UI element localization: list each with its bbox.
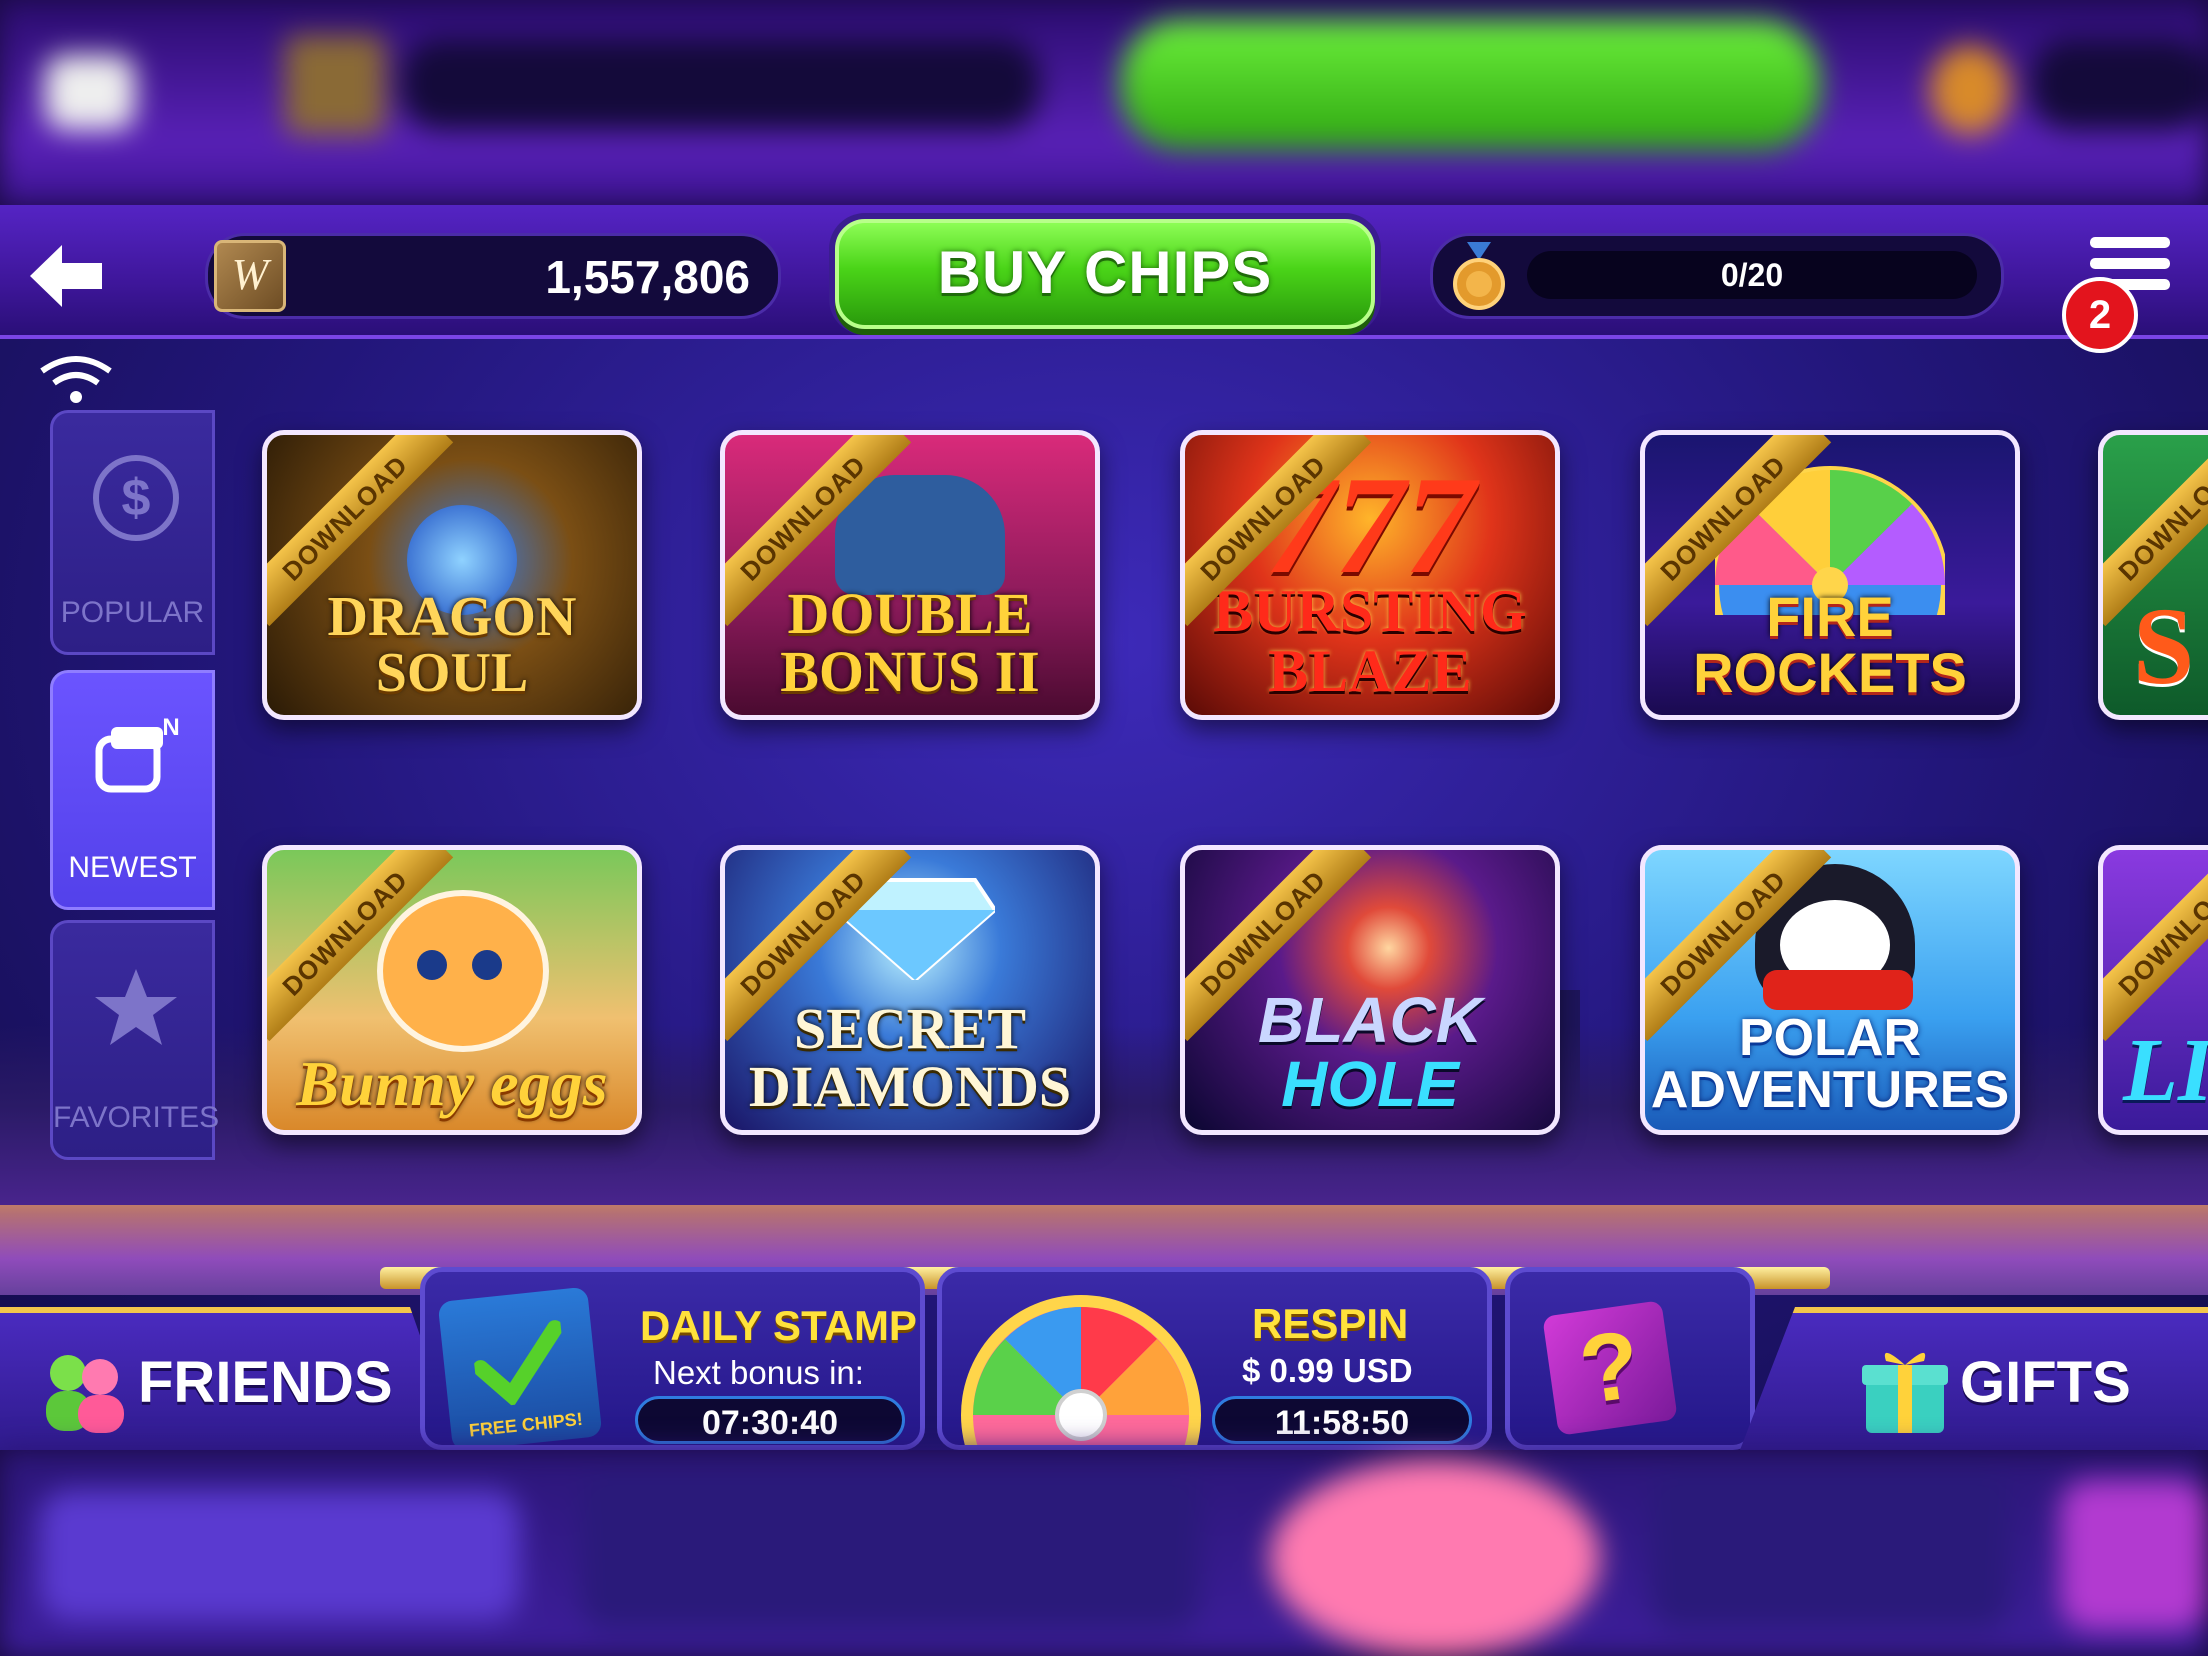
category-nav: $ POPULAR N NEWEST FAVORITES	[50, 410, 220, 1160]
game-tile-polar-adventures[interactable]: POLAR ADVENTURES DOWNLOAD	[1640, 845, 2020, 1135]
chips-balance-value: 1,557,806	[545, 251, 750, 303]
gifts-button[interactable]: GIFTS	[1740, 1307, 2208, 1450]
game-title: FIRE ROCKETS	[1693, 585, 1967, 704]
nav-favorites-label: FAVORITES	[53, 1101, 220, 1134]
game-tile-fire-rockets[interactable]: FIRE ROCKETS DOWNLOAD	[1640, 430, 2020, 720]
game-tile-bunny-eggs[interactable]: Bunny eggs DOWNLOAD	[262, 845, 642, 1135]
respin-timer: 11:58:50	[1212, 1396, 1472, 1444]
game-title: LI	[2123, 1021, 2208, 1120]
game-tile-double-bonus-ii[interactable]: DOUBLE BONUS II DOWNLOAD	[720, 430, 1100, 720]
game-title-line2: HOLE	[1281, 1048, 1459, 1120]
level-progress: 0/20	[1430, 233, 2004, 319]
game-tile-bursting-blaze[interactable]: 777 BURSTING BLAZE DOWNLOAD	[1180, 430, 1560, 720]
game-tile-partial-2[interactable]: LI DOWNLOAD	[2098, 845, 2208, 1135]
game-title-line2: ADVENTURES	[1650, 1061, 2010, 1119]
gift-icon	[1862, 1352, 1948, 1433]
level-progress-text: 0/20	[1720, 257, 1784, 293]
respin-wheel-icon	[961, 1295, 1201, 1445]
new-window-icon: N	[95, 714, 180, 793]
svg-text:N: N	[162, 714, 179, 741]
notification-badge: 2	[2062, 277, 2138, 353]
friends-button[interactable]: FRIENDS	[0, 1307, 460, 1450]
buy-chips-button[interactable]: BUY CHIPS	[835, 219, 1375, 329]
chips-logo-icon: W	[214, 240, 286, 312]
game-tile-secret-diamonds[interactable]: SECRET DIAMONDS DOWNLOAD	[720, 845, 1100, 1135]
game-title: S	[2133, 585, 2195, 707]
lobby-screen: W 1,557,806 BUY CHIPS 0/20 2 $ POPULAR N…	[0, 205, 2208, 1450]
back-arrow-icon[interactable]	[26, 241, 106, 311]
top-bar: W 1,557,806 BUY CHIPS 0/20 2	[0, 205, 2208, 353]
game-title: SECRET	[793, 996, 1027, 1061]
game-tile-dragon-soul[interactable]: DRAGON SOUL DOWNLOAD	[262, 430, 642, 720]
daily-stamp-title: DAILY STAMP	[640, 1302, 917, 1349]
game-title-line2: DIAMONDS	[748, 1054, 1072, 1119]
checkmark-icon	[472, 1320, 563, 1408]
game-title: DRAGON	[327, 586, 577, 648]
daily-stamp-panel[interactable]: FREE CHIPS! DAILY STAMP Next bonus in: 0…	[420, 1267, 925, 1450]
daily-stamp-timer: 07:30:40	[635, 1396, 905, 1444]
respin-panel[interactable]: RESPIN $ 0.99 USD 11:58:50	[937, 1267, 1492, 1450]
nav-popular[interactable]: $ POPULAR	[50, 410, 215, 655]
gifts-label: GIFTS	[1960, 1350, 2131, 1415]
medal-icon	[1453, 242, 1505, 310]
bottom-bar: FRIENDS FREE CHIPS! DAILY STAMP Next bon…	[0, 1267, 2208, 1450]
respin-price: $ 0.99 USD	[1242, 1352, 1413, 1389]
game-title: DOUBLE	[787, 581, 1033, 646]
game-title-line2: BONUS II	[780, 639, 1040, 704]
game-title-line2: SOUL	[375, 642, 529, 704]
level-progress-bar: 0/20	[1527, 251, 1977, 299]
game-tile-partial-1[interactable]: S DOWNLOAD	[2098, 430, 2208, 720]
nav-favorites[interactable]: FAVORITES	[50, 920, 220, 1160]
friends-icon	[46, 1355, 124, 1433]
game-tile-black-hole[interactable]: BLACK HOLE DOWNLOAD	[1180, 845, 1560, 1135]
star-icon	[95, 969, 177, 1045]
game-title: BURSTING	[1213, 578, 1527, 644]
game-title-line2: BLAZE	[1268, 638, 1472, 704]
stamp-card-text: FREE CHIPS!	[468, 1408, 584, 1441]
stamp-card: FREE CHIPS!	[437, 1286, 603, 1445]
friends-label: FRIENDS	[138, 1350, 393, 1415]
respin-title: RESPIN	[1252, 1300, 1409, 1347]
dollar-icon: $	[93, 455, 179, 541]
download-ribbon: DOWNLOAD	[2103, 850, 2208, 1042]
chips-balance: W 1,557,806	[205, 233, 781, 319]
nav-newest-label: NEWEST	[68, 851, 197, 884]
nav-newest[interactable]: N NEWEST	[50, 670, 215, 910]
game-title: Bunny eggs	[296, 1048, 608, 1119]
mystery-box-panel[interactable]: ?	[1505, 1267, 1755, 1450]
nav-popular-label: POPULAR	[60, 596, 205, 629]
wifi-icon	[40, 356, 112, 403]
svg-text:$: $	[122, 469, 151, 527]
game-title: BLACK	[1258, 984, 1482, 1056]
game-title: POLAR	[1739, 1009, 1921, 1067]
daily-stamp-sub: Next bonus in:	[653, 1354, 864, 1391]
blurred-bottom-band	[0, 1450, 2208, 1656]
blurred-top-band	[0, 0, 2208, 205]
buy-chips-label: BUY CHIPS	[937, 239, 1273, 306]
mystery-box-icon: ?	[1542, 1300, 1678, 1436]
